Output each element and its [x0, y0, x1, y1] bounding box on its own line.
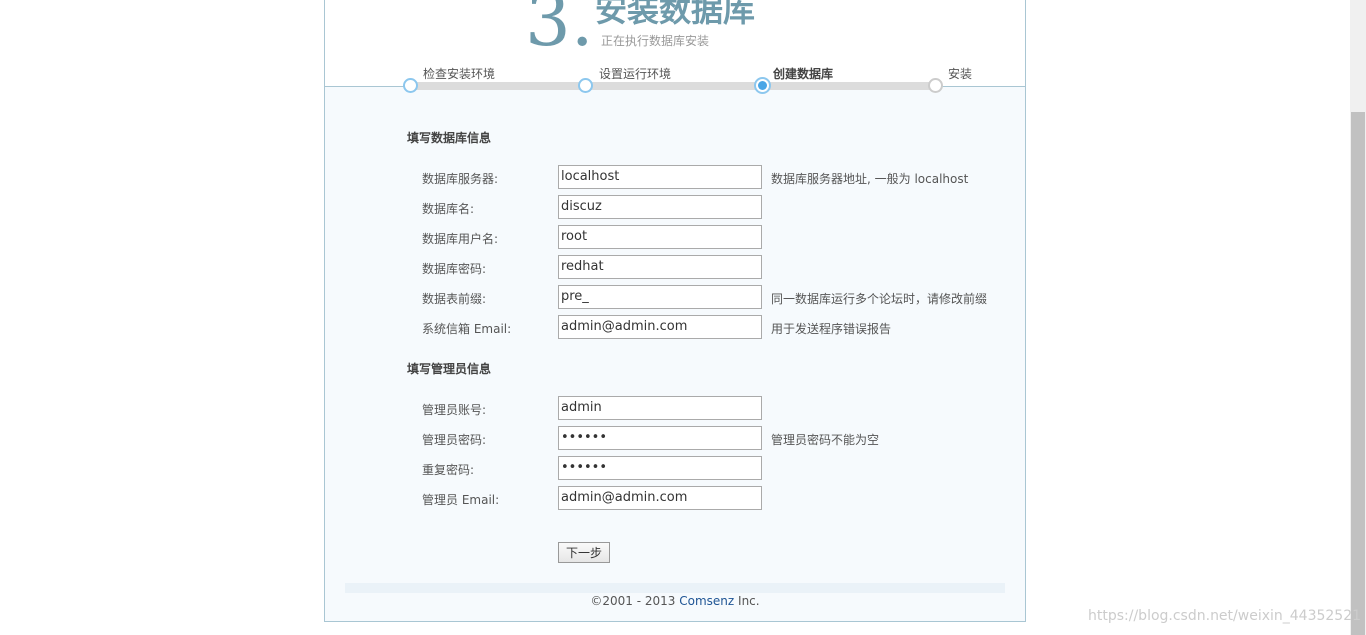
- field-input[interactable]: discuz: [558, 195, 762, 219]
- field-label: 数据库用户名:: [422, 232, 499, 246]
- field-label: 数据表前缀:: [422, 292, 487, 306]
- field-input[interactable]: admin: [558, 396, 762, 420]
- field-label: 数据库服务器:: [422, 172, 499, 186]
- page-title: 安装数据库: [595, 0, 756, 29]
- field-input[interactable]: ••••••: [558, 426, 762, 450]
- field-hint: 数据库服务器地址, 一般为 localhost: [771, 172, 969, 186]
- field-hint: 管理员密码不能为空: [771, 433, 880, 447]
- step-dot-done-icon: [403, 78, 418, 93]
- field-input[interactable]: admin@admin.com: [558, 486, 762, 510]
- footer: ©2001 - 2013 Comsenz Inc.: [590, 594, 760, 608]
- field-input[interactable]: redhat: [558, 255, 762, 279]
- field-label: 管理员账号:: [422, 403, 487, 417]
- field-input[interactable]: ••••••: [558, 456, 762, 480]
- field-hint: 同一数据库运行多个论坛时，请修改前缀: [771, 292, 988, 306]
- field-label: 数据库密码:: [422, 262, 487, 276]
- step-label: 检查安装环境: [423, 67, 496, 81]
- section-heading: 填写数据库信息: [407, 131, 492, 145]
- installer-panel: 3. 安装数据库 正在执行数据库安装 检查安装环境 设置运行环境 创建数据库 安…: [324, 0, 1026, 622]
- field-label: 管理员 Email:: [422, 493, 500, 507]
- step-label: 设置运行环境: [599, 67, 672, 81]
- footer-band: [345, 583, 1005, 593]
- field-input[interactable]: localhost: [558, 165, 762, 189]
- step-dot-current-icon: [754, 77, 771, 94]
- step-dot-done-icon: [578, 78, 593, 93]
- step-dot-pending-icon: [928, 78, 943, 93]
- watermark: https://blog.csdn.net/weixin_44352521: [1088, 608, 1362, 624]
- section-heading: 填写管理员信息: [407, 362, 492, 376]
- field-label: 管理员密码:: [422, 433, 487, 447]
- field-input[interactable]: admin@admin.com: [558, 315, 762, 339]
- field-hint: 用于发送程序错误报告: [771, 322, 892, 336]
- step-number: 3.: [525, 0, 594, 62]
- progress-track: [411, 82, 936, 90]
- field-input[interactable]: root: [558, 225, 762, 249]
- next-button[interactable]: 下一步: [558, 542, 610, 563]
- field-label: 系统信箱 Email:: [422, 322, 512, 336]
- page-subtitle: 正在执行数据库安装: [601, 34, 710, 48]
- comsenz-link[interactable]: Comsenz: [679, 594, 734, 608]
- step-label: 创建数据库: [773, 67, 834, 81]
- field-label: 数据库名:: [422, 202, 475, 216]
- field-input[interactable]: pre_: [558, 285, 762, 309]
- field-label: 重复密码:: [422, 463, 475, 477]
- scrollbar-thumb[interactable]: [1351, 112, 1365, 635]
- step-label: 安装: [948, 67, 973, 81]
